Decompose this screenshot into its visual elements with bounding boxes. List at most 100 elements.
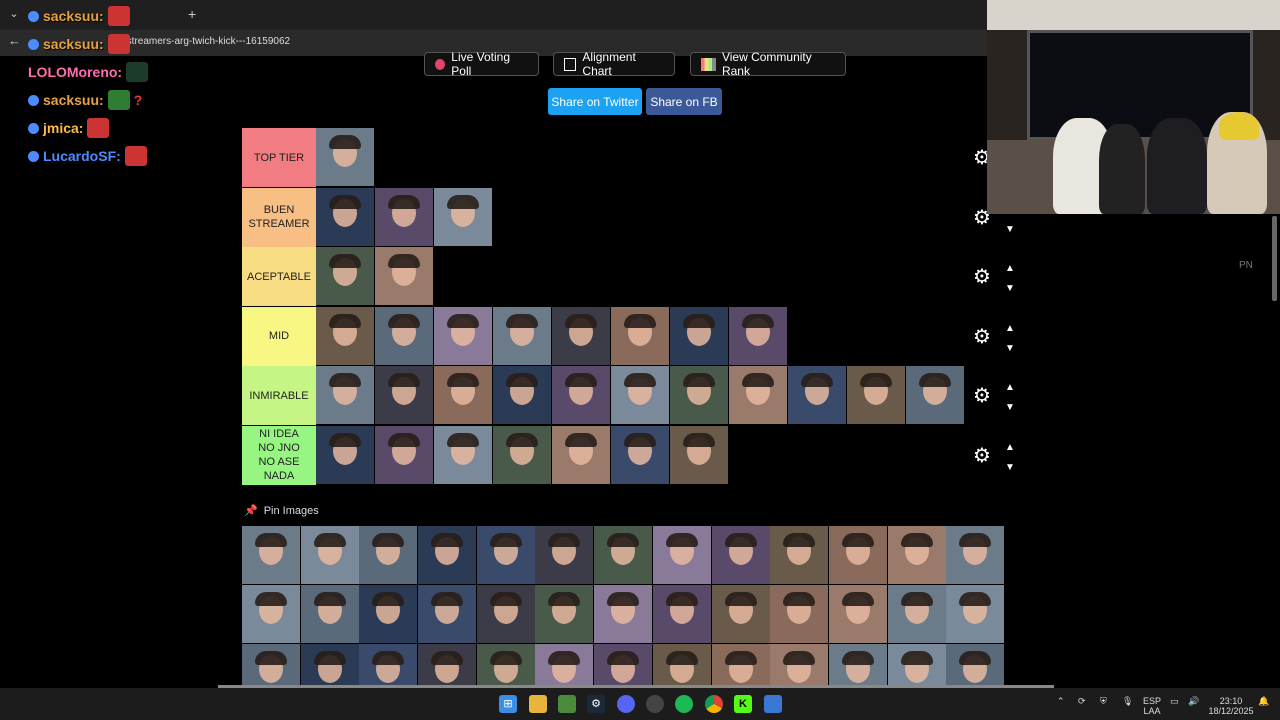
pool-thumbnail[interactable] (946, 526, 1005, 584)
chevron-up-icon[interactable]: ▲ (1005, 263, 1015, 274)
streamer-thumbnail[interactable] (906, 366, 964, 424)
tray-chevron-icon[interactable]: ⌃ (1057, 696, 1065, 706)
pool-thumbnail[interactable] (770, 585, 829, 643)
pool-thumbnail[interactable] (711, 585, 770, 643)
chevron-up-icon[interactable]: ▲ (1005, 323, 1015, 334)
streamer-thumbnail[interactable] (552, 425, 610, 484)
file-explorer-icon[interactable] (529, 695, 547, 713)
tier-label[interactable]: INMIRABLE (242, 366, 316, 425)
pool-thumbnail[interactable] (476, 585, 535, 643)
community-rank-button[interactable]: View Community Rank (690, 50, 846, 78)
pool-thumbnail[interactable] (359, 585, 418, 643)
streamer-thumbnail[interactable] (375, 247, 433, 305)
chat-username[interactable]: LOLOMoreno: (28, 64, 122, 80)
streamer-thumbnail[interactable] (493, 366, 551, 424)
windows-start-icon[interactable]: ⊞ (499, 695, 517, 713)
tier-label[interactable]: MID (242, 306, 316, 366)
streamer-thumbnail[interactable] (670, 366, 728, 424)
chat-username[interactable]: sacksuu: (43, 36, 104, 52)
share-twitter-button[interactable]: Share on Twitter (548, 88, 642, 115)
streamer-thumbnail[interactable] (316, 306, 374, 365)
pool-thumbnail[interactable] (476, 526, 535, 584)
streamer-thumbnail[interactable] (316, 128, 374, 186)
tab-search-icon[interactable]: ⌄ (5, 5, 23, 23)
pool-thumbnail[interactable] (535, 526, 594, 584)
chevron-down-icon[interactable]: ▼ (1005, 283, 1015, 294)
clock[interactable]: 23:10 18/12/2025 (1208, 696, 1254, 716)
game-app-icon[interactable] (558, 695, 576, 713)
pin-images-header[interactable]: 📌 Pin Images (244, 504, 319, 518)
share-fb-button[interactable]: Share on FB (646, 88, 722, 115)
chevron-down-icon[interactable]: ▼ (1005, 224, 1015, 235)
streamer-thumbnail[interactable] (493, 425, 551, 484)
pool-thumbnail[interactable] (652, 585, 711, 643)
pool-thumbnail[interactable] (418, 526, 477, 584)
chat-username[interactable]: sacksuu: (43, 92, 104, 108)
chat-username[interactable]: LucardoSF: (43, 148, 121, 164)
streamer-thumbnail[interactable] (788, 366, 846, 424)
notifications-icon[interactable]: 🔔 (1258, 696, 1269, 706)
tray-volume-icon[interactable]: 🔊 (1188, 696, 1199, 706)
pool-thumbnail[interactable] (535, 585, 594, 643)
streamer-thumbnail[interactable] (729, 366, 787, 424)
chevron-down-icon[interactable]: ▼ (1005, 462, 1015, 473)
streamer-thumbnail[interactable] (434, 425, 492, 484)
tier-label[interactable]: ACEPTABLE (242, 247, 316, 306)
pool-thumbnail[interactable] (300, 585, 359, 643)
pool-thumbnail[interactable] (242, 526, 300, 584)
url-input[interactable]: ate/streamers-arg-twich-kick---16159062 (110, 36, 290, 47)
streamer-thumbnail[interactable] (434, 306, 492, 365)
tier-label[interactable]: NI IDEA NO JNO NO ASE NADA (242, 425, 316, 485)
pool-thumbnail[interactable] (652, 526, 711, 584)
streamer-thumbnail[interactable] (375, 306, 433, 365)
spotify-icon[interactable] (675, 695, 693, 713)
pool-thumbnail[interactable] (594, 585, 653, 643)
gear-icon[interactable]: ⚙ (973, 383, 991, 408)
keyboard-language[interactable]: ESP LAA (1143, 696, 1161, 716)
obs-icon[interactable] (646, 695, 664, 713)
steam-icon[interactable]: ⚙ (587, 695, 605, 713)
pool-thumbnail[interactable] (887, 585, 946, 643)
new-tab-button[interactable]: + (188, 5, 202, 23)
pool-thumbnail[interactable] (946, 585, 1005, 643)
streamer-thumbnail[interactable] (611, 306, 669, 365)
streamer-thumbnail[interactable] (375, 187, 433, 246)
pool-thumbnail[interactable] (828, 585, 887, 643)
live-voting-button[interactable]: Live Voting Poll (424, 50, 539, 78)
pool-thumbnail[interactable] (711, 526, 770, 584)
pool-thumbnail[interactable] (594, 526, 653, 584)
streamer-thumbnail[interactable] (729, 306, 787, 365)
notepad-icon[interactable] (764, 695, 782, 713)
chrome-icon[interactable] (705, 695, 723, 713)
streamer-thumbnail[interactable] (316, 425, 374, 484)
vertical-scrollbar[interactable] (1272, 216, 1277, 301)
kick-icon[interactable]: K (734, 695, 752, 713)
streamer-thumbnail[interactable] (316, 247, 374, 305)
chat-username[interactable]: sacksuu: (43, 8, 104, 24)
back-arrow-icon[interactable]: ← (8, 33, 21, 48)
tray-mic-icon[interactable]: 🎙 (1122, 696, 1133, 706)
chevron-down-icon[interactable]: ▼ (1005, 402, 1015, 413)
pool-thumbnail[interactable] (828, 526, 887, 584)
streamer-thumbnail[interactable] (316, 187, 374, 246)
chevron-up-icon[interactable]: ▲ (1005, 382, 1015, 393)
tier-label[interactable]: BUEN STREAMER (242, 187, 316, 247)
streamer-thumbnail[interactable] (847, 366, 905, 424)
streamer-thumbnail[interactable] (670, 425, 728, 484)
tray-sync-icon[interactable]: ⟳ (1078, 696, 1086, 706)
gear-icon[interactable]: ⚙ (973, 443, 991, 468)
pool-thumbnail[interactable] (359, 526, 418, 584)
pool-thumbnail[interactable] (300, 526, 359, 584)
pool-thumbnail[interactable] (242, 585, 300, 643)
tier-label[interactable]: TOP TIER (242, 128, 316, 187)
chevron-up-icon[interactable]: ▲ (1005, 442, 1015, 453)
streamer-thumbnail[interactable] (611, 425, 669, 484)
streamer-thumbnail[interactable] (316, 366, 374, 424)
gear-icon[interactable]: ⚙ (973, 264, 991, 289)
tray-security-icon[interactable]: ⛨ (1100, 696, 1107, 706)
discord-icon[interactable] (617, 695, 635, 713)
alignment-chart-button[interactable]: Alignment Chart (553, 50, 675, 78)
streamer-thumbnail[interactable] (670, 306, 728, 365)
pool-thumbnail[interactable] (770, 526, 829, 584)
pool-thumbnail[interactable] (418, 585, 477, 643)
